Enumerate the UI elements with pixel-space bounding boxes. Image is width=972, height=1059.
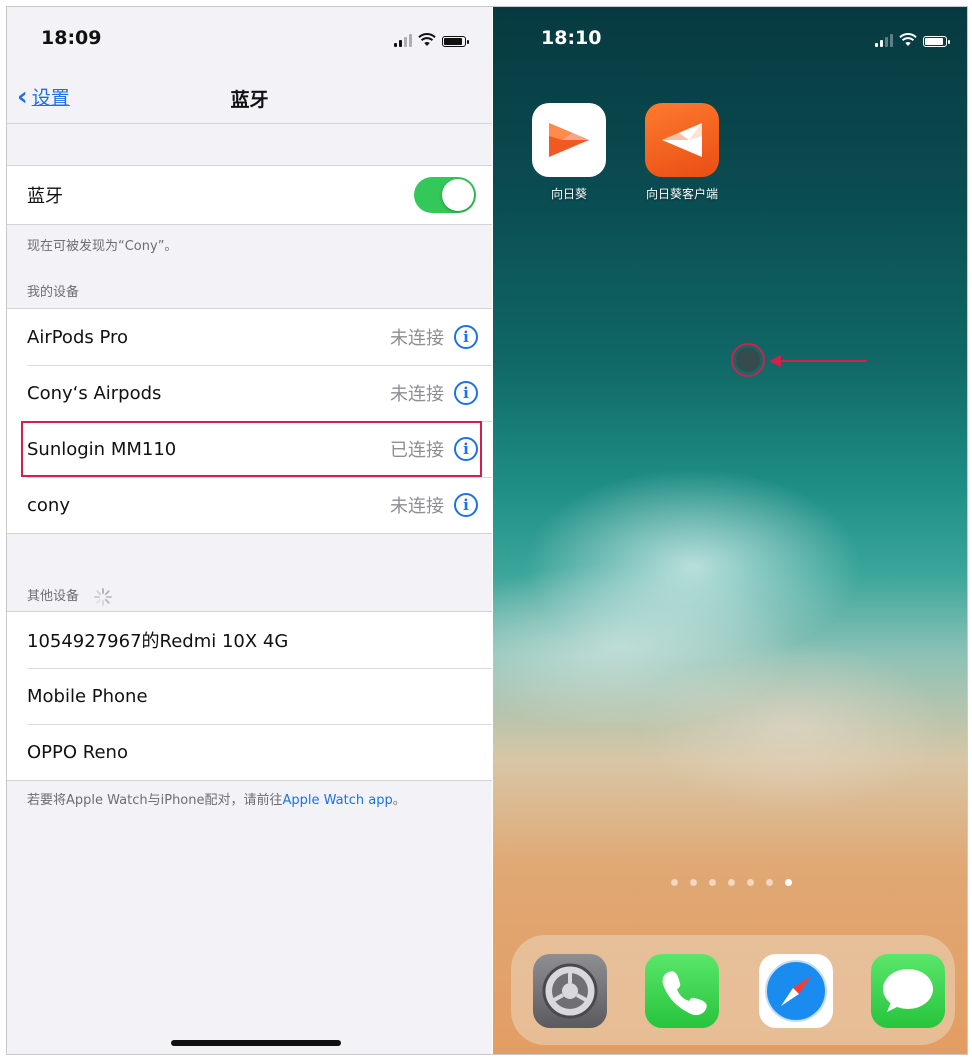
loading-spinner-icon	[94, 587, 113, 606]
my-devices-list: AirPods Pro 未连接 i Cony‘s Airpods 未连接 i S…	[7, 308, 492, 534]
home-indicator	[171, 1040, 341, 1046]
messages-icon[interactable]	[871, 954, 945, 1028]
screenshot-frame: 18:09 ‹ 设置 蓝牙 蓝牙 现在可被发现为“Cony”。 我的设备 Air…	[6, 6, 968, 1055]
info-icon[interactable]: i	[454, 437, 478, 461]
settings-icon[interactable]	[533, 954, 607, 1028]
status-time: 18:10	[541, 27, 602, 49]
bluetooth-label: 蓝牙	[27, 186, 63, 207]
annotation-arrow-icon	[769, 355, 867, 367]
bluetooth-row: 蓝牙	[7, 166, 492, 224]
device-name: 1054927967的Redmi 10X 4G	[27, 631, 289, 652]
apple-watch-app-link[interactable]: Apple Watch app	[283, 793, 393, 808]
other-devices-list: 1054927967的Redmi 10X 4G Mobile Phone OPP…	[7, 611, 492, 781]
app-label: 向日葵客户端	[645, 187, 718, 201]
device-status: 未连接	[390, 384, 444, 405]
phone-icon[interactable]	[645, 954, 719, 1028]
device-name: Cony‘s Airpods	[27, 382, 162, 404]
device-row-sunlogin[interactable]: Sunlogin MM110 已连接 i	[7, 421, 492, 477]
device-name: OPPO Reno	[27, 741, 128, 763]
cursor-highlight-circle	[731, 343, 765, 377]
apple-watch-note: 若要将Apple Watch与iPhone配对，请前往Apple Watch a…	[27, 793, 406, 808]
device-row[interactable]: Mobile Phone	[7, 668, 492, 724]
device-row[interactable]: OPPO Reno	[7, 724, 492, 780]
home-screen: 18:10 向日葵 向日葵客户端	[493, 7, 967, 1054]
device-row[interactable]: cony 未连接 i	[7, 477, 492, 533]
page-indicator[interactable]	[671, 879, 792, 886]
page-title: 蓝牙	[230, 89, 269, 111]
wifi-icon	[899, 33, 917, 46]
my-devices-header: 我的设备	[27, 285, 80, 300]
sunlogin-client-icon	[645, 103, 719, 177]
navigation-bar: ‹ 设置 蓝牙	[7, 71, 492, 124]
status-bar: 18:10	[493, 7, 967, 67]
status-icons	[875, 31, 950, 47]
device-name: cony	[27, 494, 70, 516]
safari-icon[interactable]	[759, 954, 833, 1028]
device-name: Mobile Phone	[27, 685, 148, 707]
app-sunlogin[interactable]: 向日葵	[530, 103, 608, 202]
device-row[interactable]: 1054927967的Redmi 10X 4G	[7, 612, 492, 668]
device-status: 未连接	[390, 328, 444, 349]
device-status: 未连接	[390, 496, 444, 517]
status-icons	[394, 31, 469, 47]
signal-icon	[875, 33, 893, 47]
bluetooth-settings-screen: 18:09 ‹ 设置 蓝牙 蓝牙 现在可被发现为“Cony”。 我的设备 Air…	[7, 7, 492, 1054]
device-name: Sunlogin MM110	[27, 438, 177, 460]
info-icon[interactable]: i	[454, 325, 478, 349]
other-devices-header: 其他设备	[27, 585, 113, 607]
discoverable-note: 现在可被发现为“Cony”。	[27, 239, 178, 254]
info-icon[interactable]: i	[454, 493, 478, 517]
bluetooth-toggle-group: 蓝牙	[7, 165, 492, 225]
battery-icon	[923, 36, 950, 47]
sunlogin-icon	[532, 103, 606, 177]
battery-icon	[442, 36, 469, 47]
device-name: AirPods Pro	[27, 326, 129, 348]
app-label: 向日葵	[550, 187, 587, 201]
device-status: 已连接	[390, 440, 444, 461]
app-sunlogin-client[interactable]: 向日葵客户端	[643, 103, 721, 202]
device-row[interactable]: AirPods Pro 未连接 i	[7, 309, 492, 365]
status-bar: 18:09	[7, 7, 492, 67]
info-icon[interactable]: i	[454, 381, 478, 405]
status-time: 18:09	[41, 27, 102, 49]
signal-icon	[394, 33, 412, 47]
device-row[interactable]: Cony‘s Airpods 未连接 i	[7, 365, 492, 421]
bluetooth-toggle[interactable]	[414, 177, 476, 213]
wifi-icon	[418, 33, 436, 46]
